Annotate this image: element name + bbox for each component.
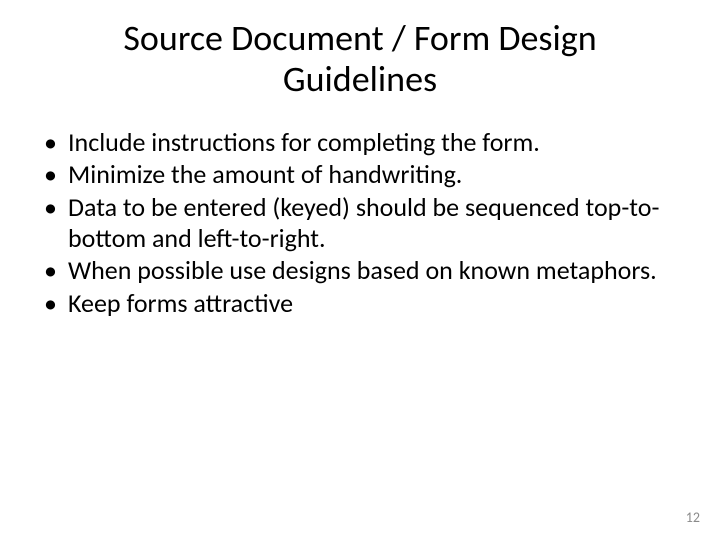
list-item: Keep forms attractive <box>38 288 682 319</box>
bullet-list: Include instructions for completing the … <box>30 127 690 319</box>
bullet-text: When possible use designs based on known… <box>68 254 657 286</box>
title-line-1: Source Document / Form Design <box>123 16 596 60</box>
list-item: Include instructions for completing the … <box>38 127 682 158</box>
bullet-text: Include instructions for completing the … <box>68 126 540 158</box>
list-item: When possible use designs based on known… <box>38 255 682 286</box>
list-item: Data to be entered (keyed) should be seq… <box>38 192 682 253</box>
bullet-text: Minimize the amount of handwriting. <box>68 158 462 190</box>
page-number: 12 <box>686 509 700 526</box>
bullet-text: Keep forms attractive <box>68 287 293 319</box>
slide-title: Source Document / Form Design Guidelines <box>30 18 690 101</box>
list-item: Minimize the amount of handwriting. <box>38 159 682 190</box>
bullet-text: Data to be entered (keyed) should be seq… <box>68 191 659 254</box>
slide: Source Document / Form Design Guidelines… <box>0 0 720 540</box>
title-line-2: Guidelines <box>283 57 437 101</box>
